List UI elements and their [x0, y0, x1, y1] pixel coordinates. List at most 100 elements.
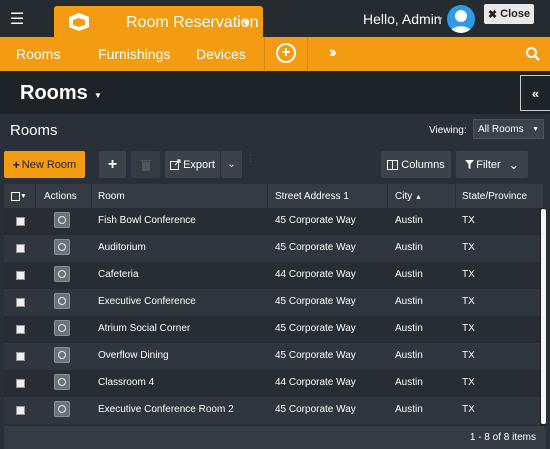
nav-item-rooms[interactable]: Rooms: [16, 46, 60, 62]
app-logo-icon: [69, 13, 89, 31]
table-row[interactable]: Cafeteria 44 Corporate Way Austin TX: [4, 262, 540, 289]
row-actions-icon[interactable]: [54, 401, 70, 417]
cell-room[interactable]: Classroom 4: [98, 377, 154, 388]
view-select[interactable]: All Rooms ▼: [473, 119, 544, 139]
cell-room[interactable]: Overflow Dining: [98, 350, 169, 361]
table-footer: 1 - 8 of 8 items: [4, 426, 546, 449]
collapse-panel-button[interactable]: «: [520, 75, 550, 111]
column-header-city[interactable]: City ▲: [388, 184, 456, 208]
column-header-state[interactable]: State/Province: [456, 184, 544, 208]
column-header-city-label: City: [395, 191, 413, 202]
cell-room[interactable]: Auditorium: [98, 242, 146, 253]
cell-room[interactable]: Executive Conference Room 2: [98, 404, 234, 415]
new-room-button[interactable]: + New Room: [4, 151, 85, 178]
table-row[interactable]: Classroom 4 44 Corporate Way Austin TX: [4, 370, 540, 397]
search-icon[interactable]: [525, 46, 541, 62]
row-actions-icon[interactable]: [54, 374, 70, 390]
add-row-button[interactable]: +: [99, 151, 126, 178]
select-all-checkbox[interactable]: ▼: [4, 184, 36, 208]
close-label: Close: [500, 8, 531, 20]
table-row[interactable]: Fish Bowl Conference 45 Corporate Way Aust…: [4, 208, 540, 235]
chevron-down-icon: ⌄: [508, 157, 519, 172]
columns-icon: [387, 159, 399, 170]
nav-divider: [264, 37, 265, 71]
row-actions-icon[interactable]: [54, 320, 70, 336]
cell-state: TX: [462, 242, 475, 253]
column-header-room[interactable]: Room: [92, 184, 268, 208]
cell-address: 45 Corporate Way: [275, 215, 356, 226]
toolbar-overflow-grip-icon[interactable]: ⋮: [246, 154, 255, 172]
cell-room[interactable]: Fish Bowl Conference: [98, 215, 196, 226]
user-greeting[interactable]: Hello, Admin: [363, 11, 442, 27]
row-actions-icon[interactable]: [54, 293, 70, 309]
cell-room[interactable]: Executive Conference: [98, 296, 196, 307]
add-nav-item-icon[interactable]: +: [276, 43, 296, 63]
cell-state: TX: [462, 323, 475, 334]
cell-address: 45 Corporate Way: [275, 404, 356, 415]
table-row[interactable]: Atrium Social Corner 45 Corporate Way Aust…: [4, 316, 540, 343]
export-button[interactable]: Export: [165, 151, 220, 178]
pager-info: 1 - 8 of 8 items: [469, 432, 536, 443]
nav-item-furnishings[interactable]: Furnishings: [98, 46, 170, 62]
user-icon: [450, 10, 472, 33]
table-row[interactable]: Executive Conference 45 Corporate Way Aust…: [4, 289, 540, 316]
external-link-icon: [170, 159, 181, 170]
caret-down-icon: ▼: [20, 192, 27, 200]
hamburger-menu-icon[interactable]: ☰: [4, 8, 30, 30]
cell-city: Austin: [395, 323, 423, 334]
avatar[interactable]: [447, 5, 475, 33]
caret-down-icon: ▼: [532, 126, 539, 133]
table-header: ▼ Actions Room Street Address 1 City ▲ S…: [4, 184, 544, 208]
column-header-street-address[interactable]: Street Address 1: [268, 184, 388, 208]
row-actions-icon[interactable]: [54, 347, 70, 363]
gear-icon: [58, 378, 66, 386]
nav-bar: Rooms Furnishings Devices + ››: [0, 37, 550, 71]
page-title[interactable]: Rooms: [20, 82, 88, 105]
filter-icon: [465, 160, 475, 169]
plus-icon: +: [12, 157, 20, 172]
scrollbar-thumb[interactable]: [541, 209, 546, 424]
filter-label: Filter: [476, 158, 501, 171]
row-actions-icon[interactable]: [54, 212, 70, 228]
row-checkbox[interactable]: [16, 379, 25, 388]
cell-address: 44 Corporate Way: [275, 269, 356, 280]
cell-city: Austin: [395, 377, 423, 388]
cell-address: 45 Corporate Way: [275, 296, 356, 307]
nav-item-devices[interactable]: Devices: [196, 46, 246, 62]
row-actions-icon[interactable]: [54, 239, 70, 255]
close-button[interactable]: ✖ Close: [484, 4, 534, 24]
gear-icon: [58, 216, 66, 224]
column-header-actions[interactable]: Actions: [36, 184, 92, 208]
filter-button[interactable]: Filter ⌄: [456, 151, 528, 178]
cell-room[interactable]: Cafeteria: [98, 269, 139, 280]
row-checkbox[interactable]: [16, 271, 25, 280]
table-row[interactable]: Overflow Dining 45 Corporate Way Austin TX: [4, 343, 540, 370]
table-row[interactable]: Auditorium 45 Corporate Way Austin TX: [4, 235, 540, 262]
nav-divider: [307, 37, 308, 71]
table-row[interactable]: Executive Conference Room 2 45 Corporate …: [4, 397, 540, 424]
export-dropdown-button[interactable]: ⌄: [221, 151, 242, 178]
delete-button[interactable]: [131, 151, 160, 178]
caret-down-icon[interactable]: ▼: [94, 91, 102, 100]
gear-icon: [58, 351, 66, 359]
cell-address: 44 Corporate Way: [275, 377, 356, 388]
cell-city: Austin: [395, 242, 423, 253]
columns-button[interactable]: Columns: [381, 151, 451, 178]
row-checkbox[interactable]: [16, 298, 25, 307]
cell-city: Austin: [395, 350, 423, 361]
row-actions-icon[interactable]: [54, 266, 70, 282]
row-checkbox[interactable]: [16, 352, 25, 361]
cell-address: 45 Corporate Way: [275, 242, 356, 253]
cell-city: Austin: [395, 404, 423, 415]
caret-down-icon: ▼: [241, 18, 251, 29]
app-switcher-tab[interactable]: Room Reservation ▼: [54, 6, 263, 39]
row-checkbox[interactable]: [16, 406, 25, 415]
cell-room[interactable]: Atrium Social Corner: [98, 323, 190, 334]
section-title: Rooms: [10, 122, 58, 139]
double-chevron-right-icon[interactable]: ››: [329, 44, 336, 62]
trash-icon: [140, 159, 151, 171]
row-checkbox[interactable]: [16, 244, 25, 253]
row-checkbox[interactable]: [16, 217, 25, 226]
row-checkbox[interactable]: [16, 325, 25, 334]
plus-icon: +: [107, 155, 118, 173]
